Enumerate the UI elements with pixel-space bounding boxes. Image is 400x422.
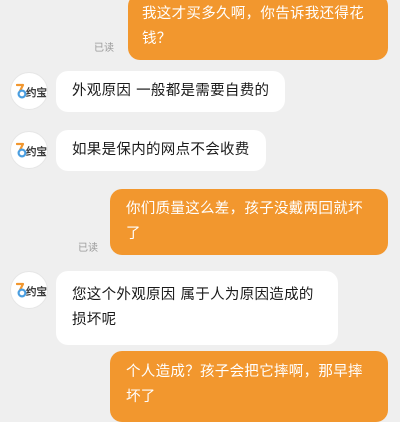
outgoing-message-bubble[interactable]: 你们质量这么差，孩子没戴两回就坏了 bbox=[110, 189, 388, 255]
avatar-label: 约宝 bbox=[26, 146, 47, 158]
avatar[interactable]: 约宝 bbox=[10, 72, 48, 110]
incoming-message-bubble[interactable]: 外观原因 一般都是需要自费的 bbox=[56, 71, 286, 112]
read-receipt: 已读 bbox=[78, 243, 98, 254]
incoming-message-bubble[interactable]: 如果是保内的网点不会收费 bbox=[56, 130, 266, 171]
avatar-label: 约宝 bbox=[26, 87, 47, 99]
incoming-message-bubble[interactable]: 您这个外观原因 属于人为原因造成的损坏呢 bbox=[56, 271, 338, 345]
avatar[interactable]: 约宝 bbox=[10, 131, 48, 169]
outgoing-message-bubble[interactable]: 个人造成？孩子会把它摔啊，那早摔坏了 bbox=[110, 351, 388, 422]
avatar-label: 约宝 bbox=[26, 286, 47, 298]
avatar[interactable]: 约宝 bbox=[10, 271, 48, 309]
outgoing-message-bubble[interactable]: 我这才买多久啊，你告诉我还得花钱？ bbox=[128, 0, 388, 60]
read-receipt: 已读 bbox=[94, 43, 114, 54]
